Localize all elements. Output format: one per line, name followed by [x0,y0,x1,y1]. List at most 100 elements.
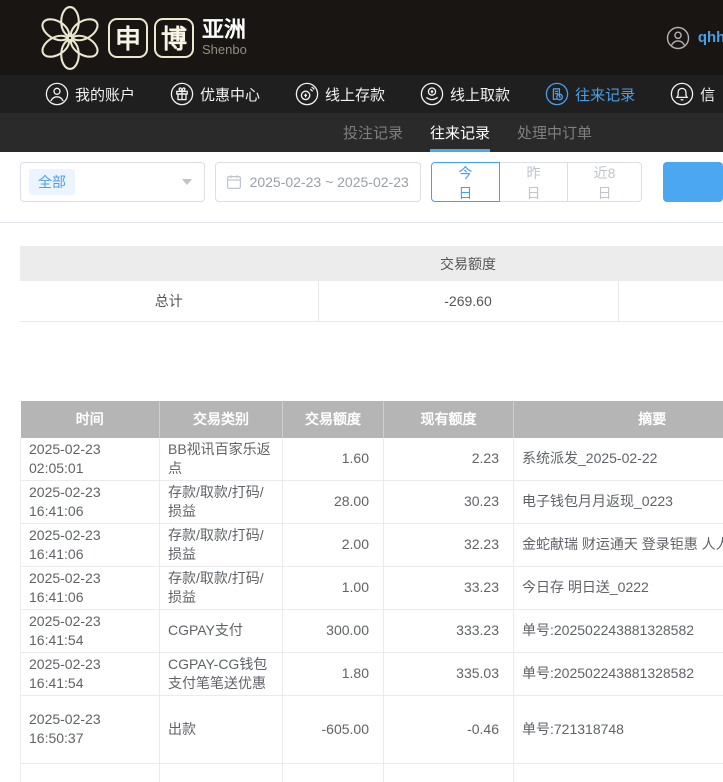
cell-time: 2025-02-23 16:50:37 [21,695,160,763]
cell-balance: 0.53 [384,763,514,782]
calendar-icon [226,174,242,190]
summary-empty-cell [618,281,723,321]
summary-table: 交易额度 总计 -269.60 [20,246,723,322]
cell-balance: 335.03 [384,652,514,695]
gift-icon [170,82,194,106]
summary-header-amount: 交易额度 [318,246,618,281]
table-row: 2025-02-23 16:41:54 CGPAY支付 300.00 333.2… [21,609,723,652]
nav-item-transaction-records[interactable]: 往来记录 [545,82,635,106]
cell-time: 2025-02-23 16:41:06 [21,566,160,609]
category-select[interactable]: 全部 [20,162,205,202]
records-table: 时间 交易类别 交易额度 现有额度 摘要 2025-02-23 02:05:01… [20,401,723,782]
cell-amount: 300.00 [283,609,384,652]
col-header-type: 交易类别 [160,401,283,438]
table-row: 2025-02-23 02:05:01 BB视讯百家乐返点 1.60 2.23 … [21,438,723,481]
logo-char-bo: 博 [154,18,194,58]
cell-balance: 32.23 [384,523,514,566]
cell-time: 2025-02-23 16:41:06 [21,523,160,566]
table-row: 2025-02-23 16:41:06 存款/取款/打码/损益 1.00 33.… [21,566,723,609]
category-selected-tag[interactable]: 全部 [29,169,75,195]
user-account-area[interactable]: qhhw [666,0,723,75]
cell-note: 今日存 明日送_0222 [514,566,723,609]
withdraw-hand-coin-icon [420,82,444,106]
section-divider [0,222,723,223]
record-tabs: 投注记录 往来记录 处理中订单 [0,113,723,152]
cell-amount: 28.00 [283,480,384,523]
summary-total-label: 总计 [20,281,318,321]
cell-note: 单号:202502243881328582 [514,652,723,695]
nav-label: 优惠中心 [200,84,260,105]
brand-header: 申 博 亚洲 Shenbo qhhw [0,0,723,75]
search-button[interactable] [663,162,723,202]
cell-note: 电子钱包月月返现_0223 [514,480,723,523]
col-header-balance: 现有额度 [384,401,514,438]
table-row: 2025-02-23 16:50:37 出款 -605.00 -0.46 单号:… [21,695,723,763]
account-icon [45,82,69,106]
records-icon [545,82,569,106]
cell-balance: 33.23 [384,566,514,609]
main-navigation: 我的账户 优惠中心 线上存款 线上取款 [0,75,723,113]
deposit-coin-icon [295,82,319,106]
today-button[interactable]: 今日 [431,162,500,202]
cell-note: 系统派发_2025-02-22 [514,438,723,481]
col-header-time: 时间 [21,401,160,438]
cell-amount: 1.60 [283,438,384,481]
logo-region-text: 亚洲 [202,18,247,41]
summary-header-empty [20,246,318,281]
nav-item-promotions[interactable]: 优惠中心 [170,82,260,106]
records-header-row: 时间 交易类别 交易额度 现有额度 摘要 [21,401,723,438]
nav-label: 我的账户 [75,84,135,105]
cell-balance: -0.46 [384,695,514,763]
cell-note: 单号:721318748 [514,763,723,782]
summary-total-row: 总计 -269.60 [20,281,723,321]
nav-label: 信 [700,84,715,105]
username-text[interactable]: qhhw [698,29,723,46]
nav-item-online-deposit[interactable]: 线上存款 [295,82,385,106]
tab-betting-records[interactable]: 投注记录 [343,113,403,152]
cell-type: 存款/取款/打码/损益 [160,566,283,609]
filter-bar: 全部 2025-02-23 ~ 2025-02-23 今日 昨日 近8日 [0,152,723,202]
cell-balance: 333.23 [384,609,514,652]
yesterday-button[interactable]: 昨日 [499,162,568,202]
nav-item-messages[interactable]: 信 [670,82,715,106]
tab-transaction-records[interactable]: 往来记录 [430,113,490,152]
table-row: 2025-02-23 16:50:37 CGPAY出款优惠 1.00 0.53 … [21,763,723,782]
bell-icon [670,82,694,106]
cell-type: 出款 [160,695,283,763]
cell-balance: 30.23 [384,480,514,523]
cell-amount: -605.00 [283,695,384,763]
nav-item-online-withdraw[interactable]: 线上取款 [420,82,510,106]
cell-time: 2025-02-23 16:41:54 [21,609,160,652]
logo-wordmark: 亚洲 Shenbo [202,18,247,56]
logo-char-shen: 申 [108,18,148,58]
date-range-input[interactable]: 2025-02-23 ~ 2025-02-23 [215,162,421,202]
summary-header-row: 交易额度 [20,246,723,281]
cell-type: BB视讯百家乐返点 [160,438,283,481]
col-header-amount: 交易额度 [283,401,384,438]
cell-time: 2025-02-23 16:41:54 [21,652,160,695]
nav-label: 线上存款 [325,84,385,105]
cell-note: 单号:202502243881328582 [514,609,723,652]
cell-type: 存款/取款/打码/损益 [160,523,283,566]
cell-amount: 1.00 [283,566,384,609]
user-avatar-icon [666,26,690,50]
table-row: 2025-02-23 16:41:06 存款/取款/打码/损益 28.00 30… [21,480,723,523]
cell-time: 2025-02-23 16:41:06 [21,480,160,523]
cell-type: CGPAY-CG钱包支付笔笔送优惠 [160,652,283,695]
col-header-note: 摘要 [514,401,723,438]
chevron-down-icon [182,179,192,185]
last-8-days-button[interactable]: 近8日 [567,162,642,202]
cell-amount: 1.00 [283,763,384,782]
summary-total-value: -269.60 [318,281,618,321]
nav-label: 线上取款 [450,84,510,105]
cell-type: CGPAY支付 [160,609,283,652]
nav-label: 往来记录 [575,84,635,105]
tab-pending-orders[interactable]: 处理中订单 [517,113,592,152]
cell-amount: 2.00 [283,523,384,566]
cell-time: 2025-02-23 16:50:37 [21,763,160,782]
cell-note: 金蛇献瑞 财运通天 登录钜惠 人人皆 [514,523,723,566]
cell-balance: 2.23 [384,438,514,481]
cell-note: 单号:721318748 [514,695,723,763]
nav-item-my-account[interactable]: 我的账户 [45,82,135,106]
cell-amount: 1.80 [283,652,384,695]
